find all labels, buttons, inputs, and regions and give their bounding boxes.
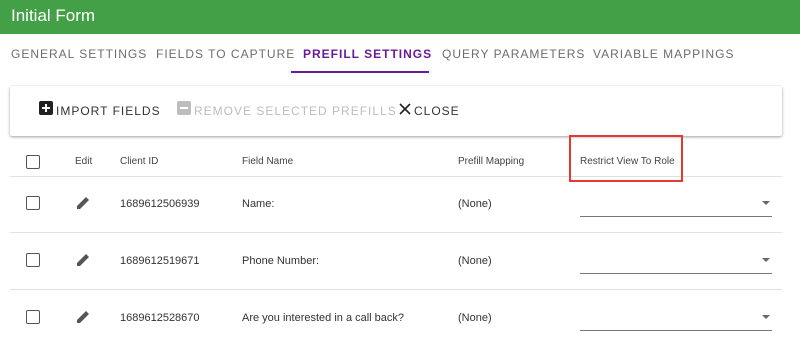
tab-prefill-settings[interactable]: PREFILL SETTINGS xyxy=(303,34,432,74)
column-header-client-id: Client ID xyxy=(120,156,159,167)
pencil-icon[interactable] xyxy=(75,195,91,214)
import-fields-label: IMPORT FIELDS xyxy=(56,104,161,118)
row-checkbox[interactable] xyxy=(26,310,40,324)
dropdown-caret-icon xyxy=(762,201,770,205)
pencil-icon[interactable] xyxy=(75,309,91,328)
field-name-cell: Phone Number: xyxy=(242,255,320,267)
window-title-bar: Initial Form xyxy=(0,0,800,34)
table-row: 1689612528670 Are you interested in a ca… xyxy=(10,290,782,346)
table-row: 1689612519671 Phone Number: (None) xyxy=(10,233,782,290)
close-label: CLOSE xyxy=(414,104,460,118)
select-all-checkbox[interactable] xyxy=(26,155,40,169)
column-header-edit: Edit xyxy=(75,156,93,167)
active-tab-indicator xyxy=(291,71,429,73)
field-name-cell: Name: xyxy=(242,198,275,210)
tab-variable-mappings[interactable]: VARIABLE MAPPINGS xyxy=(593,34,734,74)
minus-box-icon xyxy=(177,86,191,136)
restrict-view-role-select[interactable] xyxy=(580,192,772,217)
tab-fields-to-capture[interactable]: FIELDS TO CAPTURE xyxy=(156,34,295,74)
tab-bar: GENERAL SETTINGS FIELDS TO CAPTURE PREFI… xyxy=(0,34,800,74)
prefill-mapping-cell: (None) xyxy=(458,198,492,210)
plus-box-icon xyxy=(39,86,53,136)
restrict-view-role-select[interactable] xyxy=(580,306,772,331)
row-checkbox[interactable] xyxy=(26,196,40,210)
dropdown-caret-icon xyxy=(762,315,770,319)
close-icon xyxy=(399,86,411,136)
table-row: 1689612506939 Name: (None) xyxy=(10,176,782,233)
highlight-box xyxy=(569,135,683,182)
remove-selected-prefills-button[interactable]: REMOVE SELECTED PREFILLS xyxy=(177,86,397,136)
tab-general-settings[interactable]: GENERAL SETTINGS xyxy=(11,34,147,74)
pencil-icon[interactable] xyxy=(75,252,91,271)
remove-selected-prefills-label: REMOVE SELECTED PREFILLS xyxy=(194,104,397,118)
import-fields-button[interactable]: IMPORT FIELDS xyxy=(39,86,161,136)
client-id-cell: 1689612519671 xyxy=(120,255,200,267)
column-header-field-name: Field Name xyxy=(242,156,294,167)
column-header-prefill-mapping: Prefill Mapping xyxy=(458,156,525,167)
row-checkbox[interactable] xyxy=(26,253,40,267)
prefill-mapping-cell: (None) xyxy=(458,312,492,324)
restrict-view-role-select[interactable] xyxy=(580,249,772,274)
field-name-cell: Are you interested in a call back? xyxy=(242,312,405,324)
window-title: Initial Form xyxy=(11,6,96,25)
close-button[interactable]: CLOSE xyxy=(399,86,460,136)
dropdown-caret-icon xyxy=(762,258,770,262)
prefill-toolbar: IMPORT FIELDS REMOVE SELECTED PREFILLS C… xyxy=(10,86,782,136)
tab-query-parameters[interactable]: QUERY PARAMETERS xyxy=(442,34,585,74)
client-id-cell: 1689612528670 xyxy=(120,312,200,324)
client-id-cell: 1689612506939 xyxy=(120,198,200,210)
prefill-mapping-cell: (None) xyxy=(458,255,492,267)
